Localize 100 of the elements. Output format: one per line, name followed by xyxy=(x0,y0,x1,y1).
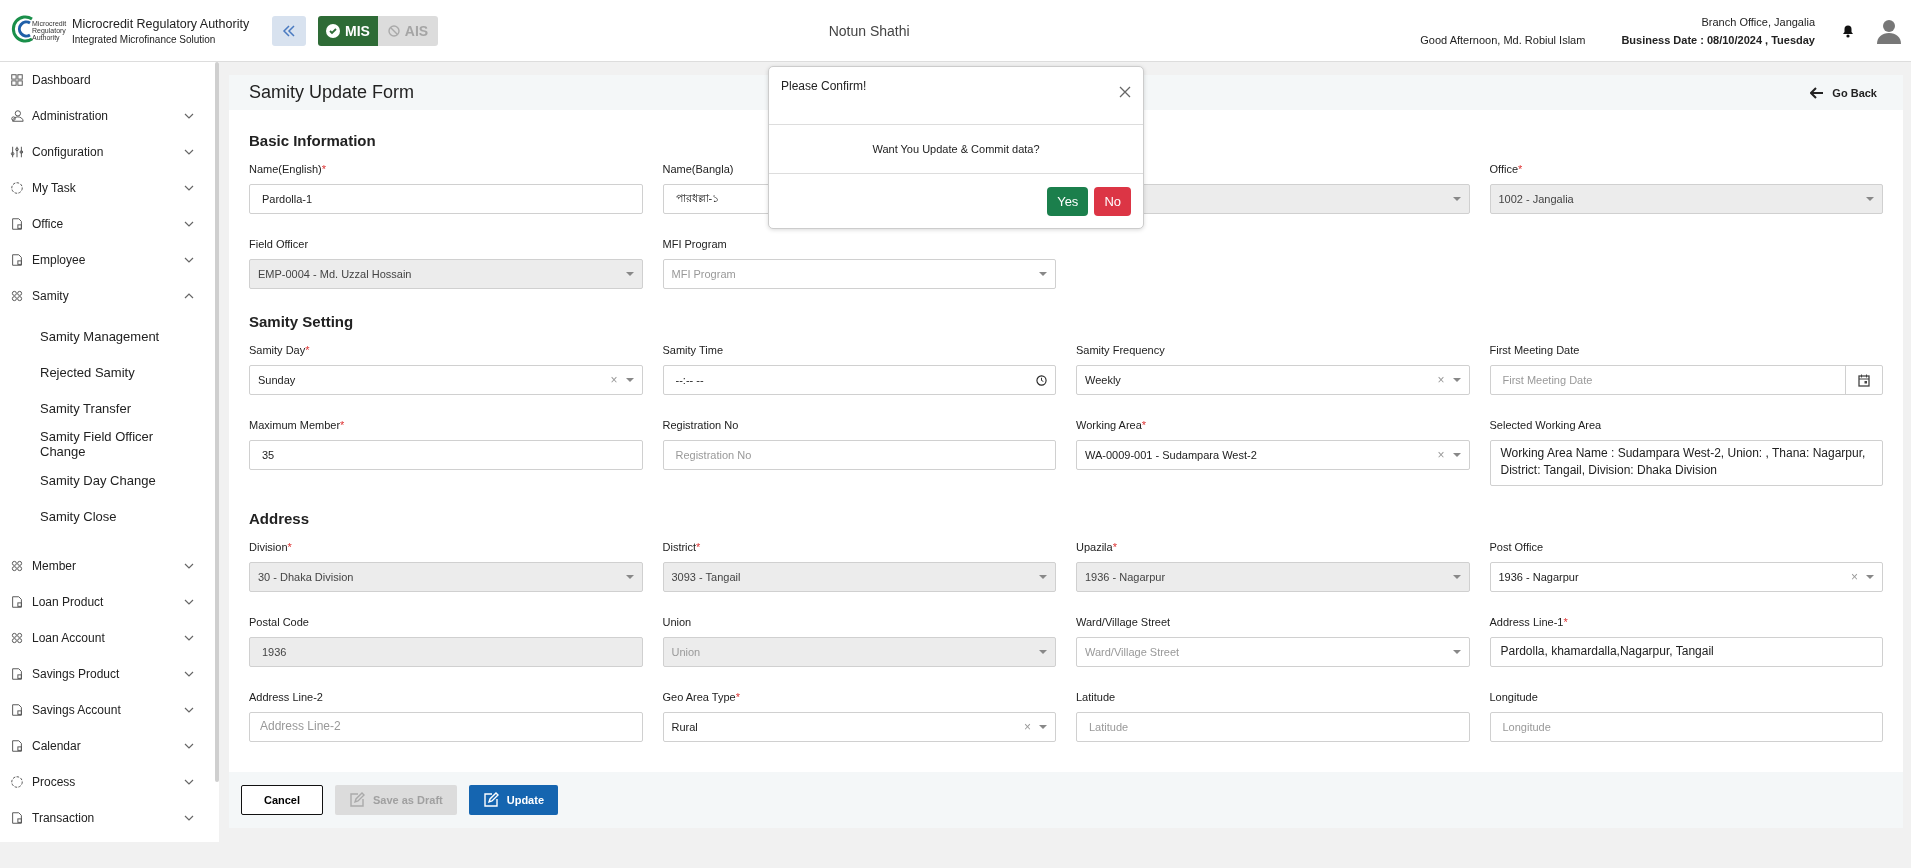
chevron-icon xyxy=(184,221,194,227)
group-icon xyxy=(10,559,24,573)
select-field[interactable]: Weekly × xyxy=(1076,365,1470,395)
field-label: Office* xyxy=(1489,163,1524,177)
caret-icon xyxy=(625,272,634,276)
double-chevron-icon xyxy=(282,24,296,37)
update-button[interactable]: Update xyxy=(468,785,558,815)
field-label: Selected Working Area xyxy=(1489,419,1603,433)
sidebar-item[interactable]: Calendar xyxy=(0,728,210,764)
sidebar-subitem[interactable]: Rejected Samity xyxy=(0,354,180,390)
caret-icon xyxy=(1452,197,1461,201)
business-date: Business Date : 08/10/2024 , Tuesday xyxy=(1621,33,1815,46)
time-field[interactable]: --:-- -- xyxy=(662,365,1056,395)
field-label: Latitude xyxy=(1076,691,1117,705)
field-label: Name(English)* xyxy=(249,163,328,177)
caret-icon xyxy=(1039,575,1047,579)
sidebar-item[interactable]: Savings Account xyxy=(0,692,210,728)
yes-button[interactable]: Yes xyxy=(1047,186,1089,216)
sidebar-subitem[interactable]: Samity Day Change xyxy=(0,462,180,498)
sidebar-subitem[interactable]: Samity Management xyxy=(0,318,180,354)
chevron-icon xyxy=(184,779,194,785)
bell-icon[interactable] xyxy=(1841,23,1855,38)
sidebar-item[interactable]: Member xyxy=(0,548,210,584)
arrow-left-icon xyxy=(1810,86,1825,99)
document-icon xyxy=(10,811,24,825)
calendar-icon[interactable] xyxy=(1858,373,1870,387)
field-label: Address Line-1* xyxy=(1489,616,1569,630)
caret-icon xyxy=(1452,575,1461,579)
edit-icon xyxy=(482,792,499,808)
sidebar-item[interactable]: Dashboard xyxy=(0,62,210,98)
document-icon xyxy=(10,217,24,231)
go-back-button[interactable]: Go Back xyxy=(1804,85,1883,100)
caret-icon xyxy=(1866,197,1874,201)
sidebar-item[interactable]: Process xyxy=(0,764,210,800)
sidebar-item[interactable]: Loan Account xyxy=(0,620,210,656)
chevron-icon xyxy=(184,563,194,569)
caret-icon xyxy=(625,378,634,382)
field-label: Division* xyxy=(249,541,293,555)
greeting: Good Afternoon, Md. Robiul Islam xyxy=(1420,33,1586,46)
avatar-icon[interactable] xyxy=(1877,17,1901,44)
blocked-icon xyxy=(387,24,400,37)
page-title: Samity Update Form xyxy=(249,82,415,103)
sidebar-item[interactable]: Samity xyxy=(0,278,210,314)
chevron-icon xyxy=(184,257,194,263)
field-label: District* xyxy=(662,541,702,555)
section-heading: Samity Setting xyxy=(249,313,355,330)
document-icon xyxy=(10,253,24,267)
app-title: Microcredit Regulatory Authority xyxy=(72,16,251,31)
chevron-icon xyxy=(184,743,194,749)
sidebar-item[interactable]: Administration xyxy=(0,98,210,134)
field-label: Upazila* xyxy=(1076,541,1118,555)
input-field[interactable]: Pardolla-1 xyxy=(249,184,643,214)
field-label: First Meeting Date xyxy=(1489,344,1581,358)
field-label: Post Office xyxy=(1489,541,1545,555)
sidebar-item[interactable]: My Task xyxy=(0,170,210,206)
select-field[interactable]: WA-0009-001 - Sudampara West-2 × xyxy=(1076,440,1470,470)
edit-icon xyxy=(349,792,365,808)
document-icon xyxy=(10,703,24,717)
sidebar-item[interactable]: Employee xyxy=(0,242,210,278)
field-label: Longitude xyxy=(1489,691,1539,705)
sidebar-item[interactable]: Configuration xyxy=(0,134,210,170)
app-subtitle: Integrated Microfinance Solution xyxy=(72,33,217,45)
field-label: Samity Frequency xyxy=(1076,344,1166,358)
caret-icon xyxy=(1452,650,1461,654)
field-label: Geo Area Type* xyxy=(662,691,741,705)
select-field[interactable]: Rural × xyxy=(662,712,1056,742)
field-label: Samity Time xyxy=(662,344,724,358)
field-label: Address Line-2 xyxy=(249,691,324,705)
cycle-icon xyxy=(10,775,24,789)
sidebar-subitem[interactable]: Samity Transfer xyxy=(0,390,180,426)
dashboard-icon xyxy=(10,73,24,87)
cycle-icon xyxy=(10,181,24,195)
sidebar-subitem[interactable]: Samity Field Officer Change xyxy=(0,426,180,462)
sidebar-item[interactable]: Office xyxy=(0,206,210,242)
sidebar-item[interactable]: Loan Product xyxy=(0,584,210,620)
caret-icon xyxy=(1866,575,1874,579)
section-heading: Address xyxy=(249,510,311,527)
chevron-icon xyxy=(184,599,194,605)
caret-icon xyxy=(1452,378,1461,382)
select-field[interactable]: Sunday × xyxy=(249,365,643,395)
sidebar-subitem[interactable]: Samity Close xyxy=(0,498,180,534)
no-button[interactable]: No xyxy=(1094,186,1131,216)
check-circle-icon xyxy=(326,23,341,38)
sidebar-item[interactable]: Transaction xyxy=(0,800,210,836)
sidebar-item[interactable]: Savings Product xyxy=(0,656,210,692)
chevron-icon xyxy=(184,635,194,641)
input-field[interactable]: 35 xyxy=(249,440,643,470)
sliders-icon xyxy=(10,145,24,159)
dialog-message: Want You Update & Commit data? xyxy=(872,143,1040,155)
text-area[interactable]: Pardolla, khamardalla,Nagarpur, Tangail xyxy=(1489,637,1883,667)
close-icon xyxy=(1119,85,1131,98)
caret-icon xyxy=(1039,650,1047,654)
cancel-button[interactable]: Cancel xyxy=(241,785,323,815)
field-label: Union xyxy=(662,616,693,630)
clock-icon xyxy=(1036,374,1047,386)
select-field[interactable]: 1936 - Nagarpur × xyxy=(1489,562,1883,592)
chevron-icon xyxy=(184,185,194,191)
text-area[interactable]: Working Area Name : Sudampara West-2, Union: , Thana: Nagarpur, District: Tangail, Division: Dhaka Division xyxy=(1489,440,1883,486)
field-label: Name(Bangla) xyxy=(662,163,735,177)
mode-tab[interactable]: MIS xyxy=(318,15,378,46)
